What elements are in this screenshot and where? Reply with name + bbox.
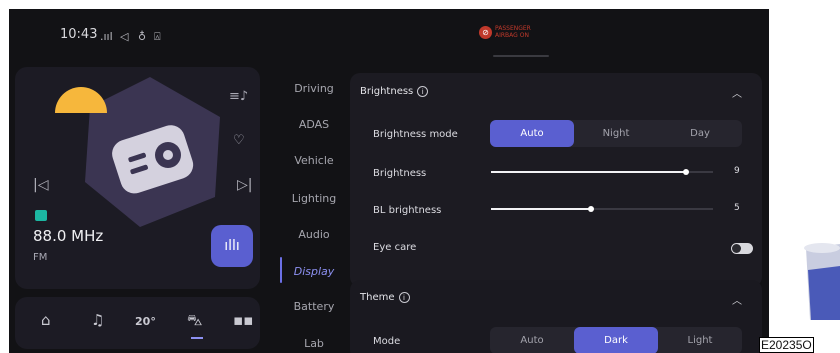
theme-mode-segmented: Auto Dark Light bbox=[490, 327, 742, 353]
playlist-icon[interactable]: ≡♪ bbox=[229, 89, 248, 104]
brightness-mode-segmented: Auto Night Day bbox=[490, 120, 742, 147]
media-card: ≡♪ ♡ |◁ ▷| 88.0 MHz FM ıllı bbox=[15, 67, 260, 289]
brightness-panel: Brightness i ︿ Brightness mode Auto Nigh… bbox=[350, 73, 762, 287]
theme-panel-title: Theme bbox=[360, 292, 395, 303]
navigation-icon: ◁ bbox=[120, 30, 129, 43]
menu-item-adas[interactable]: ADAS bbox=[279, 118, 349, 131]
theme-mode-label: Mode bbox=[373, 336, 401, 347]
temperature-value: 20 bbox=[135, 315, 151, 328]
eye-care-toggle-knob bbox=[732, 244, 741, 253]
signal-icon: .ııl bbox=[100, 30, 113, 43]
brightness-mode-label: Brightness mode bbox=[373, 129, 458, 140]
brightness-slider-fill bbox=[491, 171, 687, 173]
nav-active-indicator bbox=[191, 337, 203, 339]
brightness-mode-night[interactable]: Night bbox=[574, 120, 658, 147]
brightness-slider-knob[interactable] bbox=[683, 169, 690, 175]
favorite-heart-icon[interactable]: ♡ bbox=[233, 133, 245, 148]
temperature-unit: ° bbox=[150, 315, 156, 328]
bl-brightness-slider-fill bbox=[491, 208, 591, 210]
radio-band: FM bbox=[33, 252, 48, 263]
menu-item-vehicle[interactable]: Vehicle bbox=[279, 154, 349, 167]
bl-brightness-slider[interactable] bbox=[491, 206, 713, 212]
brightness-slider[interactable] bbox=[491, 169, 713, 175]
airbag-line1: PASSENGER bbox=[495, 25, 531, 32]
menu-item-driving[interactable]: Driving bbox=[279, 82, 349, 95]
home-icon[interactable]: ⌂ bbox=[41, 311, 51, 329]
info-icon[interactable]: i bbox=[417, 86, 429, 97]
bl-brightness-label: BL brightness bbox=[373, 205, 442, 216]
apps-grid-icon[interactable]: ▪▪ bbox=[233, 311, 253, 329]
airbag-icon: ⊘ bbox=[479, 25, 492, 39]
bottom-nav-bar: ⌂ ♫ 20° ⛍ ▪▪ bbox=[15, 297, 260, 349]
brightness-mode-auto[interactable]: Auto bbox=[490, 120, 574, 147]
car-icon[interactable]: ⛍ bbox=[187, 311, 202, 331]
music-icon[interactable]: ♫ bbox=[91, 311, 104, 329]
next-track-icon[interactable]: ▷| bbox=[237, 177, 252, 193]
climate-temperature[interactable]: 20° bbox=[135, 315, 156, 328]
brightness-mode-day[interactable]: Day bbox=[658, 120, 742, 147]
menu-item-lab[interactable]: Lab bbox=[279, 337, 349, 350]
menu-active-indicator bbox=[280, 257, 282, 283]
previous-track-icon[interactable]: |◁ bbox=[33, 177, 48, 193]
lock-icon: ⍓ bbox=[154, 30, 161, 43]
status-time: 10:43 bbox=[60, 27, 98, 42]
eye-care-label: Eye care bbox=[373, 242, 417, 253]
theme-mode-light[interactable]: Light bbox=[658, 327, 742, 353]
figure-id: E20235O bbox=[759, 337, 814, 353]
airbag-line2: AIRBAG bbox=[495, 32, 518, 39]
theme-mode-dark[interactable]: Dark bbox=[574, 327, 658, 353]
collapse-chevron-icon[interactable]: ︿ bbox=[732, 292, 742, 307]
theme-panel: Theme i ︿ Mode Auto Dark Light bbox=[350, 280, 762, 353]
theme-panel-header[interactable]: Theme i bbox=[360, 292, 410, 303]
bl-brightness-value: 5 bbox=[734, 203, 740, 213]
menu-item-lighting[interactable]: Lighting bbox=[279, 192, 349, 205]
mic-icon: ♁ bbox=[138, 30, 147, 43]
bl-brightness-slider-knob[interactable] bbox=[587, 206, 594, 212]
eye-care-toggle[interactable] bbox=[731, 243, 753, 254]
info-icon[interactable]: i bbox=[398, 292, 410, 303]
menu-item-battery[interactable]: Battery bbox=[279, 300, 349, 313]
brightness-panel-title: Brightness bbox=[360, 86, 414, 97]
audio-wave-icon: ıllı bbox=[224, 238, 240, 254]
menu-item-audio[interactable]: Audio bbox=[279, 228, 349, 241]
passenger-airbag-indicator: ⊘ PASSENGER AIRBAG ON bbox=[479, 25, 531, 39]
radio-frequency: 88.0 MHz bbox=[33, 227, 104, 245]
brightness-panel-header[interactable]: Brightness i bbox=[360, 86, 429, 97]
menu-item-display[interactable]: Display bbox=[279, 265, 349, 278]
infotainment-screen: 10:43 .ııl ◁ ♁ ⍓ ⊘ PASSENGER AIRBAG ON ≡… bbox=[9, 9, 769, 353]
radio-source-icon bbox=[35, 210, 47, 221]
drag-handle[interactable] bbox=[493, 55, 549, 57]
voice-assistant-button[interactable]: ıllı bbox=[211, 225, 253, 267]
collapse-chevron-icon[interactable]: ︿ bbox=[732, 85, 742, 100]
airbag-state: ON bbox=[519, 32, 529, 39]
brightness-label: Brightness bbox=[373, 168, 427, 179]
cup-holder-glass bbox=[804, 243, 840, 320]
brightness-value: 9 bbox=[734, 166, 740, 176]
theme-mode-auto[interactable]: Auto bbox=[490, 327, 574, 353]
